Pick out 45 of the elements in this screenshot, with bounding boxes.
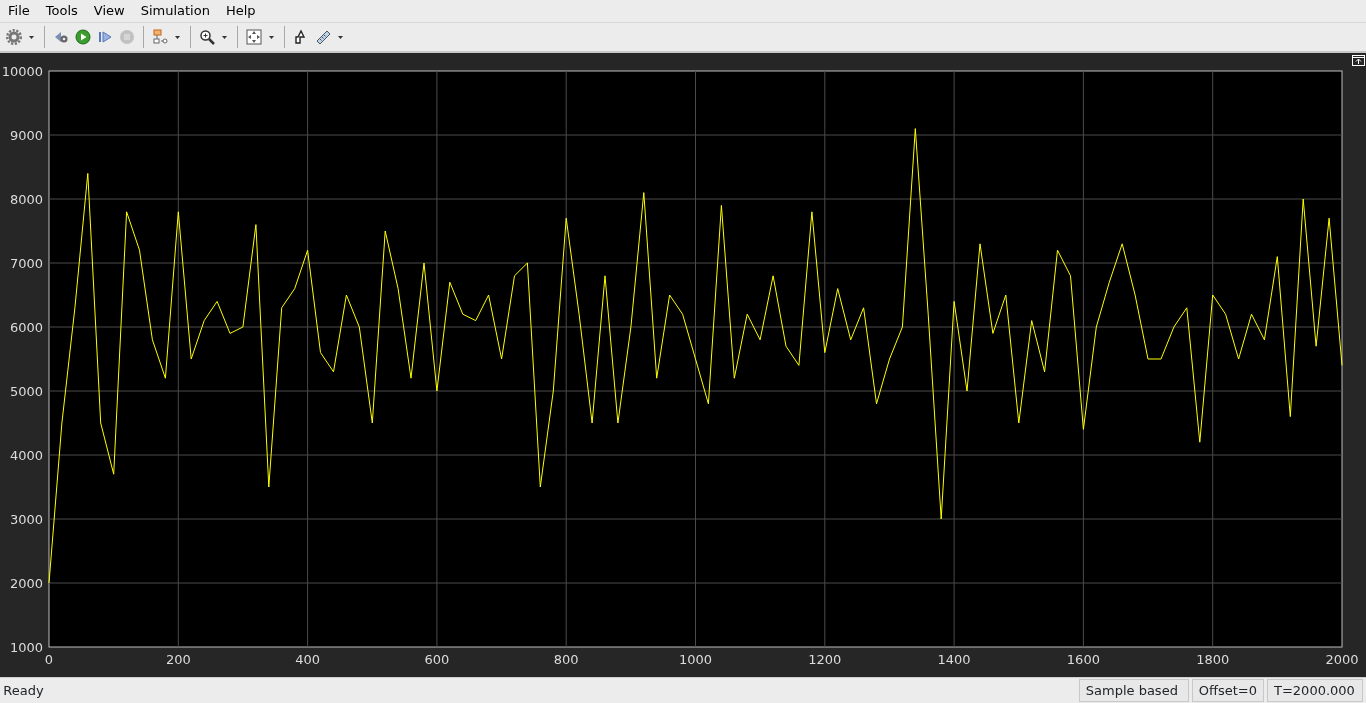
- step-forward-icon: [97, 29, 113, 45]
- fit-view-icon: [246, 29, 262, 45]
- caret-icon: [267, 34, 276, 40]
- menu-item[interactable]: Tools: [37, 0, 86, 23]
- status-field: Sample based: [1078, 678, 1189, 703]
- x-tick-label: 1800: [1196, 652, 1230, 667]
- y-tick-label: 6000: [9, 320, 43, 335]
- x-tick-label: 600: [424, 652, 450, 667]
- ruler-icon: [315, 29, 331, 45]
- x-tick-label: 200: [165, 652, 191, 667]
- caret-icon: [336, 34, 345, 40]
- settings-icon: [6, 29, 22, 45]
- y-tick-label: 10000: [1, 64, 43, 79]
- caret-icon: [27, 34, 36, 40]
- y-tick-label: 8000: [9, 192, 43, 207]
- caret-icon: [220, 34, 229, 40]
- caret-icon: [173, 34, 182, 40]
- undock-icon[interactable]: [1352, 55, 1365, 66]
- x-tick-label: 1200: [808, 652, 842, 667]
- y-tick-label: 4000: [9, 448, 43, 463]
- zoom-icon: [199, 29, 215, 45]
- x-tick-label: 1000: [678, 652, 713, 667]
- status-message: Ready: [2, 681, 44, 700]
- status-field: T=2000.000: [1267, 678, 1363, 703]
- block-diagram-icon: [152, 29, 168, 45]
- y-tick-label: 9000: [9, 128, 43, 143]
- run-icon: [75, 29, 91, 45]
- menu-item[interactable]: Simulation: [132, 0, 218, 23]
- x-tick-label: 0: [44, 652, 54, 667]
- menu-item[interactable]: File: [0, 0, 38, 23]
- stop-icon: [119, 29, 135, 45]
- y-tick-label: 5000: [9, 384, 43, 399]
- y-tick-label: 1000: [9, 640, 43, 655]
- y-tick-label: 7000: [9, 256, 43, 271]
- y-tick-label: 3000: [9, 512, 43, 527]
- step-back-icon: [53, 29, 69, 45]
- menu-item[interactable]: Help: [217, 0, 264, 23]
- x-tick-label: 2000: [1325, 652, 1359, 667]
- x-tick-label: 800: [553, 652, 579, 667]
- x-tick-label: 1400: [937, 652, 971, 667]
- x-tick-label: 400: [295, 652, 320, 667]
- menu-item[interactable]: View: [85, 0, 133, 23]
- status-field: Offset=0: [1191, 678, 1264, 703]
- x-tick-label: 1600: [1066, 652, 1100, 667]
- y-tick-label: 2000: [9, 576, 43, 591]
